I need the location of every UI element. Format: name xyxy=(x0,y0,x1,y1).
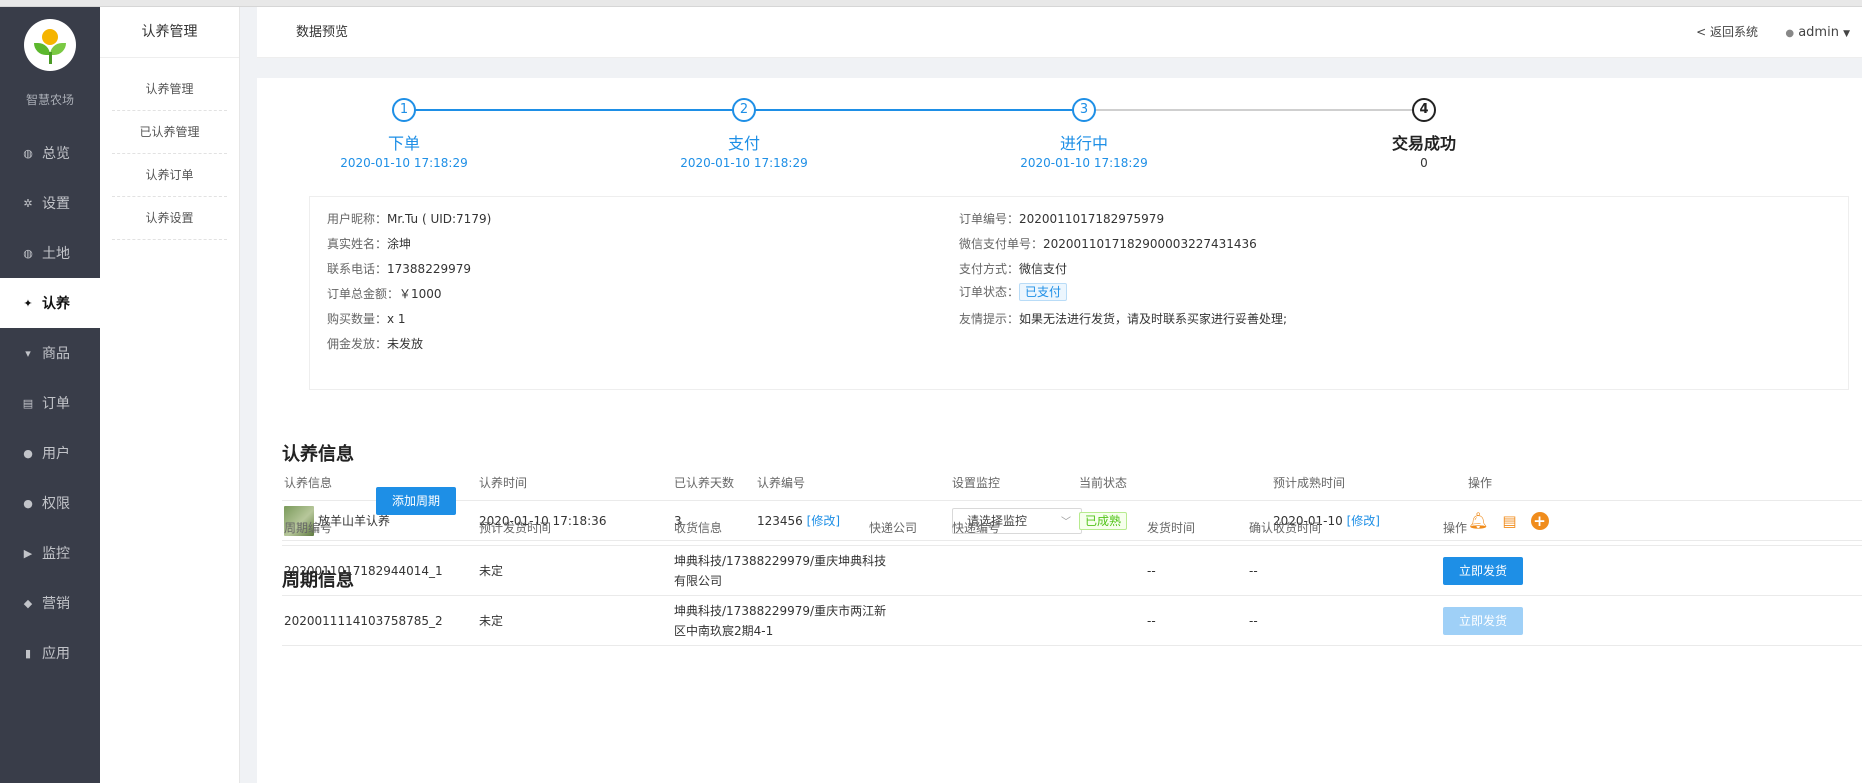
user-menu[interactable]: ● admin ▼ xyxy=(1785,7,1850,60)
main-nav: ◍ 总览 ✲ 设置 ◍ 土地 ✦ 认养 ▾ 商品 ▤ 订单 ● 用户 ● 权限 ▶ 监控 ◆ 营销 … xyxy=(0,128,100,678)
tags-icon: ◆ xyxy=(23,596,33,610)
step-connector xyxy=(1094,109,1420,111)
nav-item-settings[interactable]: ✲ 设置 xyxy=(0,178,100,228)
adopt-info-title: 认养信息 xyxy=(282,444,354,465)
subnav-item-adopt-orders[interactable]: 认养订单 xyxy=(112,154,227,197)
step-4-time: 0 xyxy=(1420,156,1428,170)
step-connector xyxy=(414,109,740,111)
nav-item-permissions[interactable]: ● 权限 xyxy=(0,478,100,528)
step-1-circle: 1 xyxy=(392,98,416,122)
info-tip: 友情提示：如果无法进行发货，请及时联系买家进行妥善处理; xyxy=(959,312,1288,326)
step-3-label: 进行中 xyxy=(1059,134,1108,153)
sub-sidebar: 认养管理 认养管理 已认养管理 认养订单 认养设置 xyxy=(100,7,240,783)
step-4-circle: 4 xyxy=(1412,98,1436,122)
nav-item-marketing[interactable]: ◆ 营销 xyxy=(0,578,100,628)
user-icon: ● xyxy=(23,496,33,510)
step-2-label: 支付 xyxy=(727,134,760,153)
info-commission: 佣金发放：未发放 xyxy=(327,337,424,351)
ship-now-button[interactable]: 立即发货 xyxy=(1443,556,1523,585)
brand-name: 智慧农场 xyxy=(25,93,74,107)
cycle-table-row: 2020011114103758785_2 未定 坤典科技/1738822997… xyxy=(282,596,1862,646)
twitter-icon: ✦ xyxy=(23,296,33,310)
subnav-item-adopted-manage[interactable]: 已认养管理 xyxy=(112,111,227,154)
subnav-item-adopt-manage[interactable]: 认养管理 xyxy=(112,68,227,111)
caret-down-icon: ▼ xyxy=(1843,29,1850,39)
farm-logo xyxy=(24,19,76,71)
nav-item-adopt[interactable]: ✦ 认养 xyxy=(0,278,100,328)
nav-item-monitor[interactable]: ▶ 监控 xyxy=(0,528,100,578)
cart-icon: ▾ xyxy=(25,346,31,360)
step-2-time: 2020-01-10 17:18:29 xyxy=(680,156,808,170)
user-icon: ● xyxy=(23,446,33,460)
step-1-label: 下单 xyxy=(387,134,420,153)
info-real-name: 真实姓名：涂坤 xyxy=(327,237,412,251)
info-nickname: 用户昵称：Mr.Tu ( UID:7179) xyxy=(327,212,492,226)
step-3-circle: 3 xyxy=(1072,98,1096,122)
nav-item-overview[interactable]: ◍ 总览 xyxy=(0,128,100,178)
info-phone: 联系电话：17388229979 xyxy=(327,262,471,276)
order-info-panel: 用户昵称：Mr.Tu ( UID:7179) 真实姓名：涂坤 联系电话：1738… xyxy=(309,196,1849,390)
info-order-status: 订单状态： 已支付 xyxy=(959,283,1068,301)
info-wx-pay-no: 微信支付单号：2020011017182900003227431436 xyxy=(959,237,1257,251)
info-quantity: 购买数量：x 1 xyxy=(327,312,406,326)
back-to-system-link[interactable]: < 返回系统 xyxy=(1696,7,1758,58)
cycle-table-header: 周期编号 预计发货时间 收货信息 快递公司 快递编号 发货时间 确认收货时间 操… xyxy=(282,510,1862,546)
play-icon: ▶ xyxy=(23,546,33,560)
shipping-address: 坤典科技/17388229979/重庆市两江新 区中南玖宸2期4-1 xyxy=(674,603,887,638)
user-icon: ● xyxy=(1785,28,1795,39)
step-3-time: 2020-01-10 17:18:29 xyxy=(1020,156,1148,170)
cycle-table-row: 2020011017182944014_1 未定 坤典科技/1738822997… xyxy=(282,546,1862,596)
info-total-amount: 订单总金额：￥1000 xyxy=(327,287,442,301)
nav-item-land[interactable]: ◍ 土地 xyxy=(0,228,100,278)
order-progress-steps: 1 2 3 4 下单 支付 进行中 交易成功 2020-01-10 17:18:… xyxy=(257,78,1862,198)
nav-item-users[interactable]: ● 用户 xyxy=(0,428,100,478)
subnav-title: 认养管理 xyxy=(100,7,239,58)
subnav-item-adopt-settings[interactable]: 认养设置 xyxy=(112,197,227,240)
book-icon: ▮ xyxy=(24,646,32,660)
top-header: 数据预览 < 返回系统 ● admin ▼ xyxy=(257,7,1862,58)
step-1-time: 2020-01-10 17:18:29 xyxy=(340,156,468,170)
nav-item-goods[interactable]: ▾ 商品 xyxy=(0,328,100,378)
nav-item-orders[interactable]: ▤ 订单 xyxy=(0,378,100,428)
user-name: admin xyxy=(1798,25,1839,40)
window-top-bar xyxy=(0,0,1862,7)
order-detail-card: 1 2 3 4 下单 支付 进行中 交易成功 2020-01-10 17:18:… xyxy=(257,78,1862,783)
status-badge: 已支付 xyxy=(1019,283,1068,301)
main-sidebar: 智慧农场 ◍ 总览 ✲ 设置 ◍ 土地 ✦ 认养 ▾ 商品 ▤ 订单 ● 用户 ● 权限 ▶ 监控… xyxy=(0,7,100,783)
step-4-label: 交易成功 xyxy=(1391,134,1456,153)
info-order-no: 订单编号：2020011017182975979 xyxy=(959,212,1165,226)
list-icon: ▤ xyxy=(22,396,34,410)
globe-icon: ◍ xyxy=(23,146,33,160)
gear-icon: ✲ xyxy=(23,196,33,210)
nav-item-apps[interactable]: ▮ 应用 xyxy=(0,628,100,678)
step-connector xyxy=(754,109,1080,111)
globe-icon: ◍ xyxy=(23,246,33,260)
shipping-address: 坤典科技/17388229979/重庆坤典科技 有限公司 xyxy=(674,553,887,588)
step-2-circle: 2 xyxy=(732,98,756,122)
info-pay-method: 支付方式：微信支付 xyxy=(959,262,1068,276)
adopt-table-header: 认养信息 认养时间 已认养天数 认养编号 设置监控 当前状态 预计成熟时间 操作 xyxy=(282,465,1862,501)
page-title: 数据预览 xyxy=(296,25,349,40)
ship-now-button-disabled[interactable]: 立即发货 xyxy=(1443,606,1523,635)
